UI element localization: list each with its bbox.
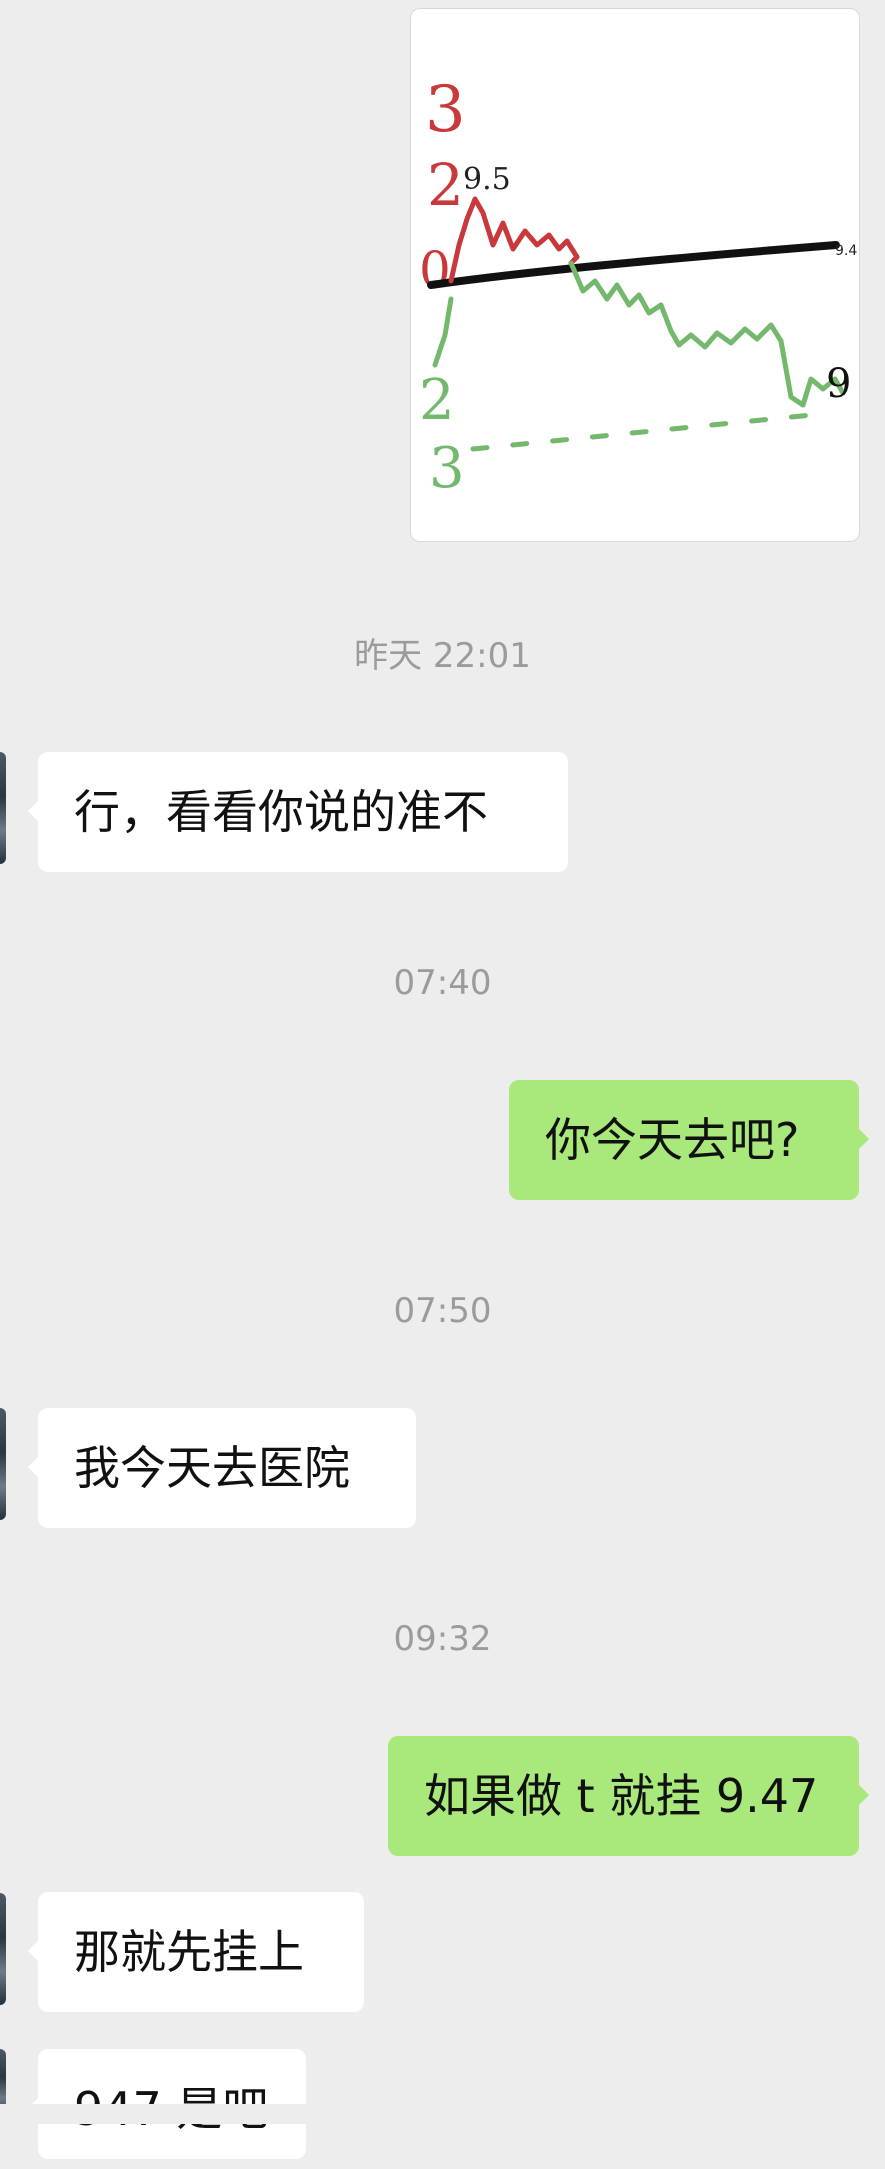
red-label-0: 0 [419, 241, 451, 299]
message-text: 如果做 t 就挂 9.47 [424, 1769, 819, 1823]
line-tag-label: 9.4 [835, 243, 857, 259]
green-price-squiggle [432, 260, 846, 408]
message-bubble-outgoing[interactable]: 你今天去吧? [509, 1080, 869, 1200]
message-text: 行，看看你说的准不 [74, 785, 488, 839]
timestamp: 昨天 22:01 [354, 636, 531, 676]
green-label-3: 3 [429, 436, 465, 501]
message-text: 那就先挂上 [74, 1925, 304, 1979]
message-bubble-incoming[interactable]: 那就先挂上 [28, 1892, 364, 2012]
red-label-2: 2 [427, 151, 464, 219]
timestamp: 09:32 [393, 1619, 492, 1659]
timestamp: 07:40 [393, 963, 492, 1003]
end-price-label: 9 [826, 361, 851, 407]
price-high-label: 9.5 [463, 162, 511, 197]
viewport-bottom-edge [0, 2104, 885, 2124]
chat-area[interactable]: 3 2 0 9.5 9.4 2 3 9 昨天 22:01 行，看看你说的准不 0… [0, 0, 885, 2159]
avatar[interactable] [0, 1893, 6, 2005]
image-message[interactable]: 3 2 0 9.5 9.4 2 3 9 [410, 8, 860, 542]
hand-drawn-chart-image: 3 2 0 9.5 9.4 2 3 9 [419, 73, 857, 501]
green-label-2: 2 [419, 368, 455, 433]
message-bubble-outgoing[interactable]: 如果做 t 就挂 9.47 [388, 1736, 869, 1856]
message-bubble-incoming[interactable]: 行，看看你说的准不 [28, 752, 568, 872]
message-text: 我今天去医院 [74, 1441, 350, 1495]
red-label-3: 3 [425, 73, 466, 147]
timestamp: 07:50 [393, 1291, 492, 1331]
message-bubble-incoming[interactable]: 我今天去医院 [28, 1408, 416, 1528]
avatar[interactable] [0, 1408, 6, 1520]
black-trend-line [427, 241, 840, 289]
green-dashed-support-line [470, 410, 834, 452]
message-text: 你今天去吧? [545, 1113, 800, 1167]
avatar[interactable] [0, 752, 6, 864]
